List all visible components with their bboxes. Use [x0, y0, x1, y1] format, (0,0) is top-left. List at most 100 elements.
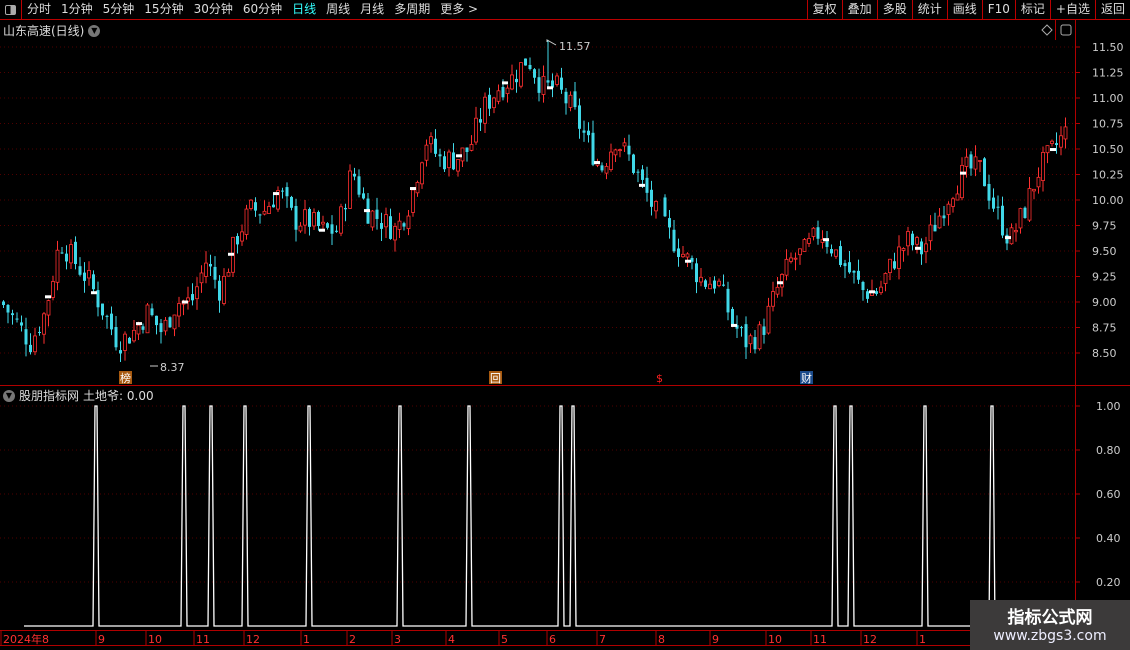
candle [528, 57, 532, 71]
time-label: 2024年8 [3, 632, 49, 646]
time-label: 12 [863, 633, 877, 646]
candle-body [789, 257, 793, 262]
candle [582, 120, 586, 142]
ma-marker [547, 86, 553, 90]
candle-body [469, 144, 474, 151]
candle-body [101, 303, 104, 316]
time-label: 10 [148, 633, 162, 646]
candle-body [452, 152, 455, 170]
candle-body [852, 270, 856, 273]
candle-body [213, 266, 217, 280]
ma-marker [639, 183, 645, 187]
candle-body [713, 280, 716, 289]
candle-body [294, 205, 298, 230]
candle-body [996, 206, 1000, 208]
candle-body [317, 211, 320, 226]
candle [537, 68, 541, 102]
candle-body [163, 319, 168, 332]
candle [1005, 228, 1009, 251]
candle-body [308, 208, 311, 227]
candle [389, 208, 392, 240]
candle [411, 188, 415, 217]
candle [159, 319, 163, 344]
candle [960, 157, 964, 201]
indicator-tick-label: 0.40 [1096, 532, 1121, 545]
candle-body [901, 248, 906, 251]
rank-marker[interactable]: 榜 [120, 371, 131, 385]
candle [479, 108, 482, 132]
candle-body [150, 308, 154, 316]
time-label: 6 [549, 633, 556, 646]
candle [677, 238, 680, 267]
candle [55, 240, 60, 291]
candle [587, 122, 590, 143]
candle-body [199, 272, 204, 284]
candle-body [933, 224, 937, 232]
candle [955, 185, 960, 201]
candle-body [685, 253, 690, 258]
candle [618, 148, 622, 158]
candle [321, 215, 325, 231]
candle [74, 236, 77, 270]
candle-body [650, 189, 653, 207]
candle-body [335, 230, 338, 232]
candle-body [744, 324, 748, 348]
price-tick-label: 8.50 [1092, 347, 1117, 360]
candle [249, 199, 253, 211]
dividend-marker[interactable]: $ [656, 372, 663, 385]
candle [15, 312, 19, 323]
candle [65, 245, 68, 270]
candle-body [924, 243, 928, 253]
price-tick-label: 10.25 [1092, 169, 1124, 182]
ma-marker [869, 290, 875, 294]
candle-body [1001, 205, 1004, 236]
time-label: 7 [599, 633, 606, 646]
candle-body [488, 94, 491, 109]
candle [20, 315, 23, 332]
kline-chart[interactable]: 11.5011.2511.0010.7510.5010.2510.009.759… [0, 0, 1130, 650]
candle [424, 139, 429, 167]
candle [622, 137, 627, 153]
ma-marker [319, 228, 325, 232]
candle-body [915, 237, 919, 245]
high-price-label: 11.57 [559, 40, 591, 53]
candle-body [424, 144, 429, 161]
candle-body [20, 322, 23, 326]
candle [748, 333, 753, 353]
candle-body [811, 227, 816, 237]
candle [843, 259, 847, 279]
candle-body [267, 206, 271, 214]
candle-body [564, 91, 568, 104]
candle-body [236, 236, 239, 245]
candle [177, 296, 181, 328]
candle [654, 200, 658, 219]
candle-body [582, 130, 586, 133]
candle [784, 249, 789, 281]
candle-body [119, 350, 122, 354]
finance-marker[interactable]: 财 [801, 371, 812, 385]
candle [2, 300, 5, 309]
candle [290, 195, 293, 211]
candle [992, 188, 995, 212]
candle-body [1027, 188, 1032, 221]
candle-body [145, 304, 150, 334]
candle [303, 200, 307, 234]
candle-body [942, 215, 946, 219]
candle-body [46, 300, 51, 316]
candle [231, 236, 235, 278]
candle-body [672, 229, 676, 252]
candle-body [780, 273, 784, 288]
candle [875, 288, 878, 296]
candle-body [928, 224, 933, 242]
candle [114, 316, 118, 351]
candle [191, 283, 194, 306]
review-marker[interactable]: 回 [490, 372, 501, 385]
candle-body [312, 212, 316, 227]
candle [429, 132, 433, 153]
candle-body [857, 270, 860, 280]
candle [560, 67, 563, 94]
candle-body [38, 331, 41, 333]
candle [757, 321, 762, 351]
candle [335, 225, 338, 233]
candle-body [798, 248, 802, 256]
